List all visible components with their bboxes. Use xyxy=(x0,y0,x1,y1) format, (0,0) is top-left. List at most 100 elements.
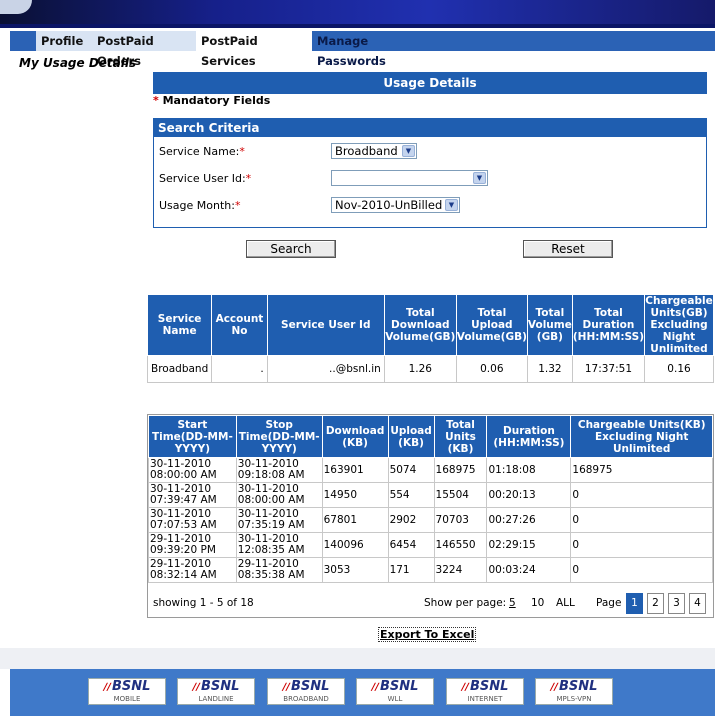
pagination-bar: showing 1 - 5 of 18 Show per page: 5 10 … xyxy=(148,589,713,617)
logo-brand: BSNL xyxy=(89,679,165,695)
usage-month-select[interactable]: Nov-2010-UnBilled ▼ xyxy=(331,197,460,213)
detail-header-cell: Stop Time(DD-MM-YYYY) xyxy=(235,415,323,458)
per-page-option-5[interactable]: 5 xyxy=(509,597,516,609)
service-name-label-text: Service Name: xyxy=(159,145,240,158)
required-star: * xyxy=(239,145,245,158)
summary-header-cell: Total Volume (GB) xyxy=(526,294,573,356)
usage-month-value: Nov-2010-UnBilled xyxy=(335,198,443,212)
summary-header-cell: Service Name xyxy=(146,294,213,356)
detail-cell: 168975 xyxy=(570,457,713,483)
usage-detail-panel: Start Time(DD-MM-YYYY) Stop Time(DD-MM-Y… xyxy=(147,414,714,618)
chevron-down-icon[interactable]: ▼ xyxy=(402,145,415,157)
detail-cell: 2902 xyxy=(387,507,435,533)
detail-header-cell: Chargeable Units(KB) Excluding Night Unl… xyxy=(570,415,713,458)
chevron-down-icon[interactable]: ▼ xyxy=(473,172,486,184)
detail-row: 30-11-2010 08:00:00 AM 30-11-2010 09:18:… xyxy=(148,457,713,483)
showing-count: showing 1 - 5 of 18 xyxy=(153,597,254,609)
detail-cell: 30-11-2010 12:08:35 AM xyxy=(235,532,323,558)
summary-header-row: Service Name Account No Service User Id … xyxy=(146,294,714,356)
detail-cell: 30-11-2010 07:07:53 AM xyxy=(148,507,237,533)
tab-manage-passwords[interactable]: Manage Passwords xyxy=(312,31,432,68)
detail-cell: 163901 xyxy=(321,457,389,483)
detail-cell: 67801 xyxy=(321,507,389,533)
summary-cell: 0.16 xyxy=(644,355,714,383)
detail-cell: 29-11-2010 08:35:38 AM xyxy=(235,557,323,583)
usage-detail-table: Start Time(DD-MM-YYYY) Stop Time(DD-MM-Y… xyxy=(148,415,713,583)
summary-header-cell: Total Download Volume(GB) xyxy=(383,294,457,356)
reset-button[interactable]: Reset xyxy=(523,240,613,258)
detail-cell: 00:20:13 xyxy=(486,482,572,508)
detail-row: 30-11-2010 07:39:47 AM 30-11-2010 08:00:… xyxy=(148,482,713,508)
page-label: Page xyxy=(596,597,622,609)
export-to-excel-link[interactable]: Export To Excel xyxy=(378,627,477,642)
search-criteria-panel: Search Criteria Service Name:* Broadband… xyxy=(153,118,707,228)
tab-postpaid-orders[interactable]: PostPaid Orders xyxy=(92,31,196,68)
service-name-label: Service Name:* xyxy=(159,145,245,158)
per-page-option-10[interactable]: 10 xyxy=(531,597,544,609)
page-button-4[interactable]: 4 xyxy=(689,593,706,614)
detail-cell: 00:27:26 xyxy=(486,507,572,533)
mandatory-note: * Mandatory Fields xyxy=(153,94,270,107)
summary-cell: 0.06 xyxy=(455,355,528,383)
service-user-id-label: Service User Id:* xyxy=(159,172,251,185)
logo-sub: BROADBAND xyxy=(283,695,329,703)
logo-brand: BSNL xyxy=(178,679,254,695)
detail-cell: 5074 xyxy=(387,457,435,483)
detail-cell: 30-11-2010 07:35:19 AM xyxy=(235,507,323,533)
detail-cell: 29-11-2010 08:32:14 AM xyxy=(148,557,237,583)
search-button[interactable]: Search xyxy=(246,240,336,258)
page-button-2[interactable]: 2 xyxy=(647,593,664,614)
service-user-id-select[interactable]: ▼ xyxy=(331,170,488,186)
detail-cell: 14950 xyxy=(321,482,389,508)
bsnl-landline-logo[interactable]: BSNL LANDLINE xyxy=(177,678,255,705)
required-star: * xyxy=(153,94,159,107)
usage-month-label: Usage Month:* xyxy=(159,199,240,212)
detail-cell: 0 xyxy=(570,532,713,558)
summary-cell: 1.32 xyxy=(526,355,573,383)
detail-header-cell: Upload (KB) xyxy=(387,415,435,458)
usage-summary-table: Service Name Account No Service User Id … xyxy=(146,294,714,383)
logo-sub: MPLS-VPN xyxy=(556,695,592,703)
summary-header-cell: Chargeable Units(GB) Excluding Night Unl… xyxy=(644,294,714,356)
summary-cell: 1.26 xyxy=(383,355,457,383)
logo-brand: BSNL xyxy=(536,679,612,695)
detail-header-cell: Download (KB) xyxy=(321,415,389,458)
page-button-1[interactable]: 1 xyxy=(626,593,643,614)
logo-sub: LANDLINE xyxy=(198,695,234,703)
detail-cell: 02:29:15 xyxy=(486,532,572,558)
logo-brand: BSNL xyxy=(447,679,523,695)
main-nav: Profile PostPaid Orders PostPaid Service… xyxy=(10,31,715,68)
bsnl-broadband-logo[interactable]: BSNL BROADBAND xyxy=(267,678,345,705)
detail-cell: 0 xyxy=(570,557,713,583)
summary-cell: 17:37:51 xyxy=(571,355,646,383)
required-star: * xyxy=(245,172,252,185)
usage-details-header: Usage Details xyxy=(153,72,707,94)
tab-postpaid-services[interactable]: PostPaid Services xyxy=(196,31,312,68)
bsnl-wll-logo[interactable]: BSNL WLL xyxy=(356,678,434,705)
page-button-3[interactable]: 3 xyxy=(668,593,685,614)
summary-header-cell: Account No xyxy=(211,294,268,356)
service-name-select[interactable]: Broadband ▼ xyxy=(331,143,417,159)
bsnl-mpls-vpn-logo[interactable]: BSNL MPLS-VPN xyxy=(535,678,613,705)
banner-graphic xyxy=(0,0,32,14)
logo-sub: MOBILE xyxy=(113,695,141,703)
footer-bar: BSNL MOBILE BSNL LANDLINE BSNL BROADBAND… xyxy=(10,669,715,716)
detail-cell: 30-11-2010 08:00:00 AM xyxy=(235,482,323,508)
per-page-option-all[interactable]: ALL xyxy=(556,597,575,609)
detail-cell: 168975 xyxy=(433,457,488,483)
usage-month-label-text: Usage Month: xyxy=(159,199,235,212)
detail-cell: 0 xyxy=(570,507,713,533)
detail-header-cell: Start Time(DD-MM-YYYY) xyxy=(148,415,237,458)
detail-header-cell: Duration (HH:MM:SS) xyxy=(486,415,572,458)
detail-cell: 554 xyxy=(387,482,435,508)
logo-sub: INTERNET xyxy=(467,695,503,703)
detail-cell: 30-11-2010 07:39:47 AM xyxy=(148,482,237,508)
detail-header-row: Start Time(DD-MM-YYYY) Stop Time(DD-MM-Y… xyxy=(148,415,713,458)
footer-separator xyxy=(0,648,715,669)
bsnl-internet-logo[interactable]: BSNL INTERNET xyxy=(446,678,524,705)
tab-profile[interactable]: Profile xyxy=(36,31,92,51)
bsnl-mobile-logo[interactable]: BSNL MOBILE xyxy=(88,678,166,705)
detail-cell: 29-11-2010 09:39:20 PM xyxy=(148,532,237,558)
summary-header-cell: Service User Id xyxy=(266,294,385,356)
chevron-down-icon[interactable]: ▼ xyxy=(445,199,458,211)
